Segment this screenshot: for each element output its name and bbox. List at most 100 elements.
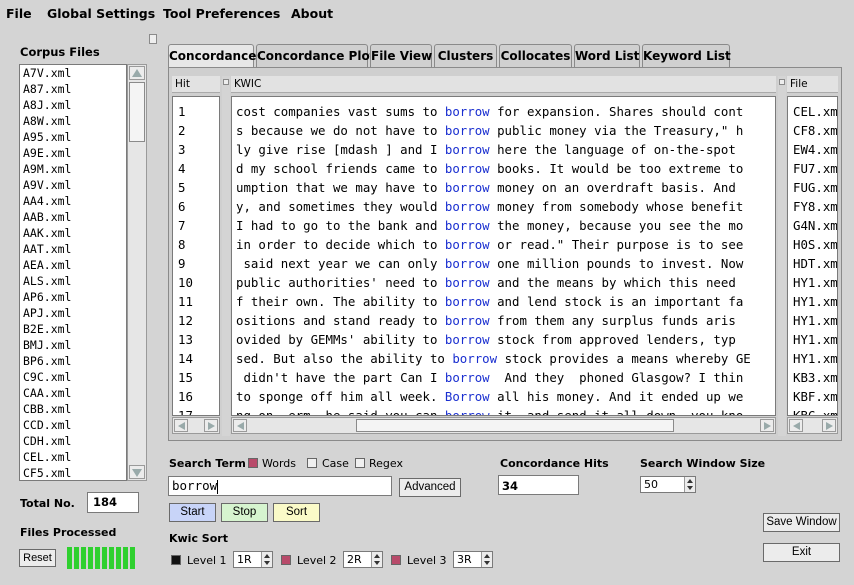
kwic-line[interactable]: ositions and stand ready to borrow from … [236,311,736,330]
corpus-file-item[interactable]: AAT.xml [20,241,126,257]
case-checkbox[interactable] [307,458,317,468]
kwic-line[interactable]: cost companies vast sums to borrow for e… [236,102,743,121]
panel-divider-handle[interactable] [149,34,157,44]
kwic-keyword: Borrow [444,389,490,404]
corpus-file-item[interactable]: CCD.xml [20,417,126,433]
tab-keyword-list[interactable]: Keyword List [642,44,731,68]
kwic-line[interactable]: d my school friends came to borrow books… [236,159,743,178]
file-splitter[interactable] [778,76,786,436]
scroll-right-icon[interactable] [760,419,774,432]
kwic-scroll-thumb[interactable] [356,419,674,432]
scroll-thumb[interactable] [129,82,145,142]
corpus-file-item[interactable]: AA4.xml [20,193,126,209]
scroll-right-icon[interactable] [822,419,836,432]
scroll-left-icon[interactable] [174,419,188,432]
level2-checkbox[interactable] [281,555,291,565]
hit-splitter[interactable] [222,76,230,436]
file-hscrollbar[interactable] [787,417,838,434]
corpus-file-list[interactable]: A7V.xml A87.xml A8J.xml A8W.xml A95.xml A9E.x… [19,64,127,481]
corpus-file-item[interactable]: AAK.xml [20,225,126,241]
kwic-line[interactable]: umption that we may have to borrow money… [236,178,736,197]
kwic-line[interactable]: ng on, erm, he said you can borrow it, a… [236,406,743,415]
search-input[interactable]: borrow [168,476,392,496]
scroll-left-icon[interactable] [789,419,803,432]
kwic-hscrollbar[interactable] [231,417,776,434]
corpus-file-item[interactable]: A8W.xml [20,113,126,129]
kwic-line[interactable]: I had to go to the bank and borrow the m… [236,216,743,235]
corpus-file-item[interactable]: B2E.xml [20,321,126,337]
stop-button[interactable]: Stop [221,503,268,522]
corpus-file-item[interactable]: A9V.xml [20,177,126,193]
corpus-file-item[interactable]: CBB.xml [20,401,126,417]
level3-checkbox[interactable] [391,555,401,565]
kwic-line[interactable]: in order to decide which to borrow or re… [236,235,743,254]
scroll-down-icon[interactable] [129,465,145,479]
kwic-line[interactable]: y, and sometimes they would borrow money… [236,197,743,216]
corpus-file-item[interactable]: ALS.xml [20,273,126,289]
advanced-button[interactable]: Advanced [399,478,461,497]
scroll-right-icon[interactable] [204,419,218,432]
sort-button[interactable]: Sort [273,503,320,522]
corpus-file-item[interactable]: AEA.xml [20,257,126,273]
total-files-label: Total No. [20,497,75,510]
tab-collocates[interactable]: Collocates [499,44,572,68]
spinner-arrows-icon[interactable] [261,552,272,567]
reset-button[interactable]: Reset [19,549,56,567]
hit-number-pane[interactable]: 1 2 3 4 5 6 7 8 9 10 11 12 13 14 15 16 17 [172,96,220,416]
corpus-file-item[interactable]: CAA.xml [20,385,126,401]
corpus-file-item[interactable]: AP6.xml [20,289,126,305]
kwic-pane[interactable]: cost companies vast sums to borrow for e… [231,96,776,416]
kwic-line[interactable]: sed. But also the ability to borrow stoc… [236,349,751,368]
save-window-button[interactable]: Save Window [763,513,840,532]
corpus-file-item[interactable]: BP6.xml [20,353,126,369]
corpus-file-item[interactable]: CEL.xml [20,449,126,465]
corpus-file-item[interactable]: A8J.xml [20,97,126,113]
corpus-file-item[interactable]: CF5.xml [20,465,126,480]
kwic-line[interactable]: ovided by GEMMs' ability to borrow stock… [236,330,736,349]
file-column-header: File [787,76,838,93]
hit-hscrollbar[interactable] [172,417,220,434]
level3-spinner[interactable]: 3R [453,551,493,568]
corpus-file-item[interactable]: A9M.xml [20,161,126,177]
menu-global-settings[interactable]: Global Settings [47,6,155,21]
kwic-line[interactable]: said next year we can only borrow one mi… [236,254,743,273]
kwic-line[interactable]: public authorities' need to borrow and t… [236,273,736,292]
scroll-left-icon[interactable] [233,419,247,432]
kwic-line[interactable]: f their own. The ability to borrow and l… [236,292,743,311]
corpus-list-scrollbar[interactable] [127,64,147,481]
corpus-file-item[interactable]: C9C.xml [20,369,126,385]
corpus-file-item[interactable]: A87.xml [20,81,126,97]
spinner-arrows-icon[interactable] [684,477,695,492]
tab-clusters[interactable]: Clusters [434,44,497,68]
tab-word-list[interactable]: Word List [574,44,640,68]
start-button[interactable]: Start [169,503,216,522]
kwic-line[interactable]: to sponge off him all week. Borrow all h… [236,387,743,406]
menu-file[interactable]: File [6,6,32,21]
corpus-file-item[interactable]: APJ.xml [20,305,126,321]
scroll-up-icon[interactable] [129,66,145,80]
corpus-file-item[interactable]: AAB.xml [20,209,126,225]
kwic-line[interactable]: s because we do not have to borrow publi… [236,121,743,140]
level1-checkbox[interactable] [171,555,181,565]
tab-concordance[interactable]: Concordance [168,44,256,68]
kwic-line[interactable]: ly give rise [mdash ] and I borrow here … [236,140,736,159]
tab-concordance-plot[interactable]: Concordance Plot [256,44,375,68]
regex-checkbox[interactable] [355,458,365,468]
search-window-size-spinner[interactable]: 50 [640,476,696,493]
corpus-file-item[interactable]: A7V.xml [20,65,126,81]
spinner-arrows-icon[interactable] [481,552,492,567]
words-checkbox[interactable] [248,458,258,468]
corpus-file-item[interactable]: BMJ.xml [20,337,126,353]
menu-tool-preferences[interactable]: Tool Preferences [163,6,280,21]
menu-about[interactable]: About [291,6,333,21]
tab-file-view[interactable]: File View [370,44,432,68]
spinner-arrows-icon[interactable] [371,552,382,567]
exit-button[interactable]: Exit [763,543,840,562]
corpus-file-item[interactable]: A95.xml [20,129,126,145]
corpus-file-item[interactable]: A9E.xml [20,145,126,161]
corpus-file-item[interactable]: CDH.xml [20,433,126,449]
file-name-pane[interactable]: CEL.xml CF8.xml EW4.xml FU7.xml FUG.xml FY8.x… [787,96,838,416]
level2-spinner[interactable]: 2R [343,551,383,568]
level1-spinner[interactable]: 1R [233,551,273,568]
kwic-line[interactable]: didn't have the part Can I borrow And th… [236,368,743,387]
